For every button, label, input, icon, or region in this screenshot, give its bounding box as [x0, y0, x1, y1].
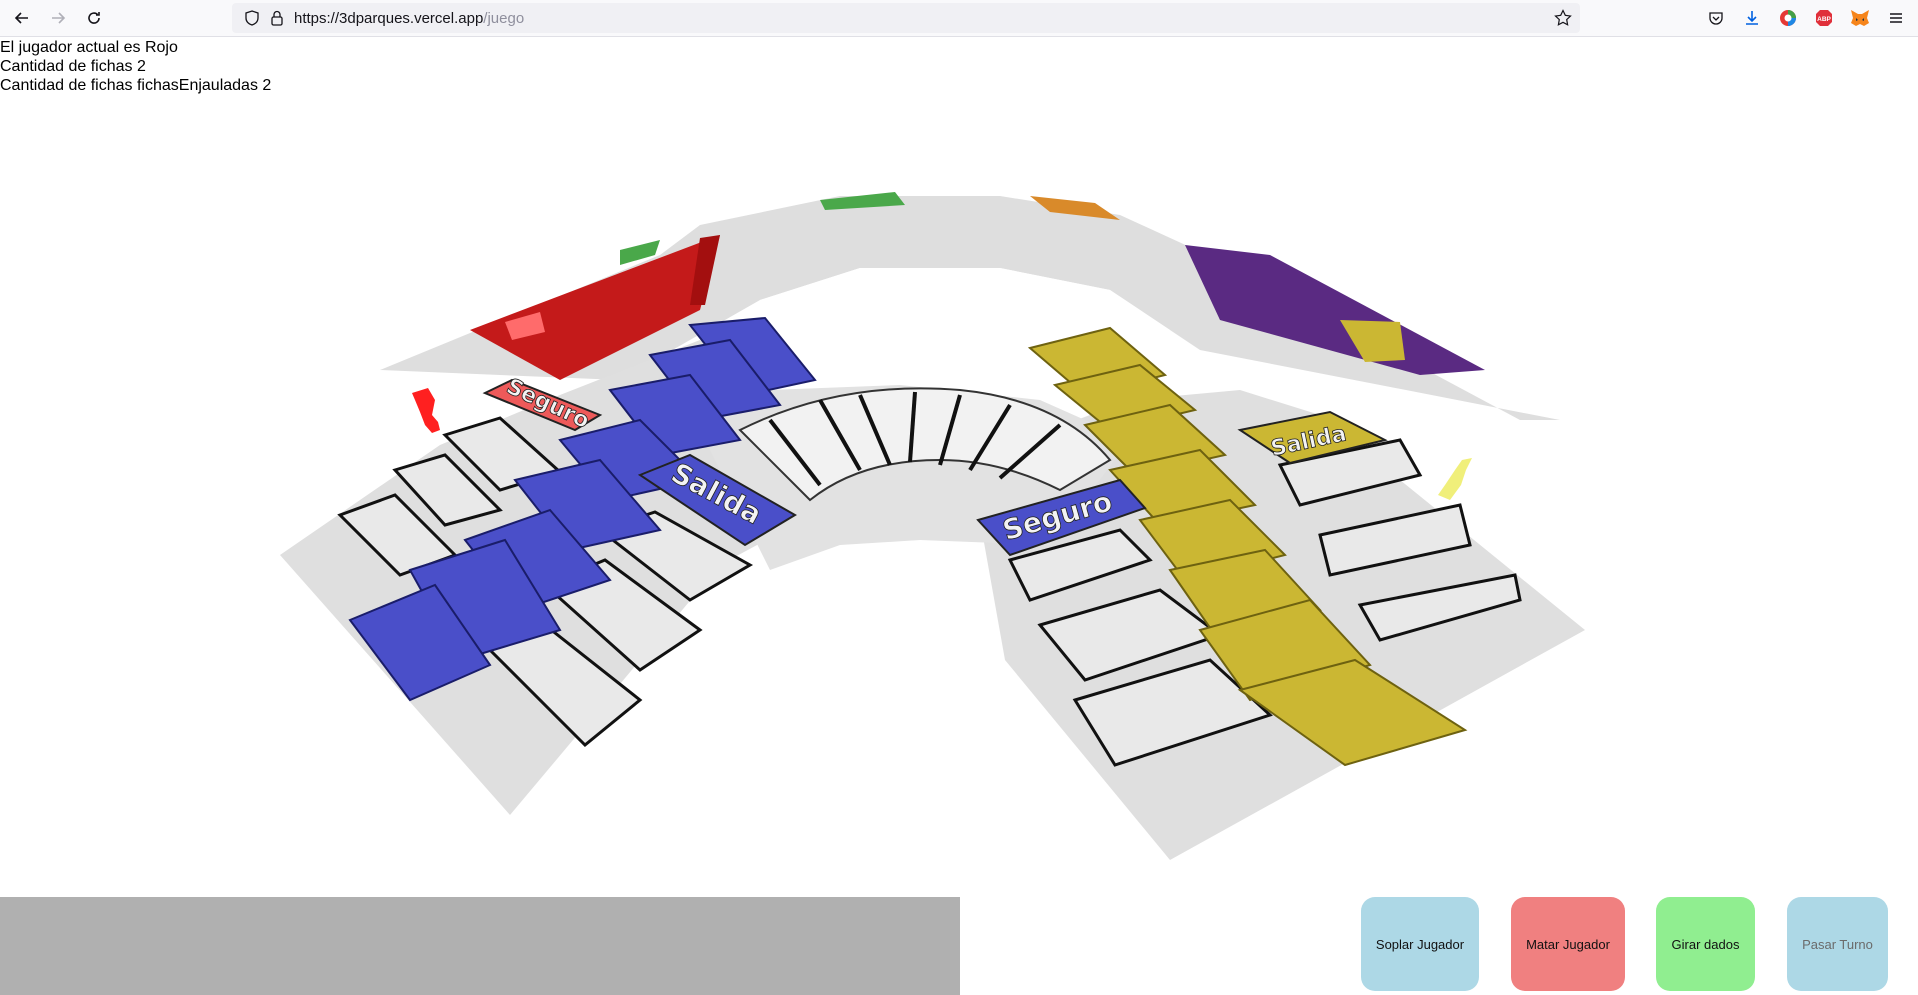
- pieces-count-text: Cantidad de fichas 2: [0, 58, 146, 75]
- parques-board: Seguro Salida Seguro Salida: [280, 192, 1585, 860]
- shield-icon[interactable]: [244, 10, 260, 31]
- url-host: https://3dparques.vercel.app: [294, 10, 484, 27]
- red-piece[interactable]: [412, 388, 440, 433]
- reload-icon[interactable]: [82, 6, 106, 30]
- dice-panel: [0, 897, 960, 995]
- url-path: /juego: [483, 10, 525, 27]
- pocket-icon[interactable]: [1706, 8, 1726, 28]
- game-canvas[interactable]: Seguro Salida Seguro Salida: [0, 88, 1918, 888]
- yellow-piece[interactable]: [1438, 458, 1472, 500]
- metamask-fox-icon[interactable]: [1850, 8, 1870, 28]
- bookmark-star-icon[interactable]: [1554, 9, 1572, 32]
- adblock-icon[interactable]: ABP: [1814, 8, 1834, 28]
- browser-toolbar: https://3dparques.vercel.app/juego ABP: [0, 0, 1918, 37]
- pasar-turno-button[interactable]: Pasar Turno: [1787, 897, 1888, 991]
- url-bar[interactable]: https://3dparques.vercel.app/juego: [232, 3, 1580, 33]
- download-icon[interactable]: [1742, 8, 1762, 28]
- menu-icon[interactable]: [1886, 8, 1906, 28]
- girar-dados-button[interactable]: Girar dados: [1656, 897, 1755, 991]
- forward-arrow-icon[interactable]: [46, 6, 70, 30]
- current-player-text: El jugador actual es Rojo: [0, 39, 178, 56]
- back-arrow-icon[interactable]: [10, 6, 34, 30]
- svg-text:ABP: ABP: [1817, 16, 1831, 23]
- url-text[interactable]: https://3dparques.vercel.app/juego: [294, 10, 524, 27]
- color-extension-icon[interactable]: [1778, 8, 1798, 28]
- soplar-jugador-button[interactable]: Soplar Jugador: [1361, 897, 1479, 991]
- matar-jugador-button[interactable]: Matar Jugador: [1511, 897, 1625, 991]
- lock-icon[interactable]: [270, 10, 284, 31]
